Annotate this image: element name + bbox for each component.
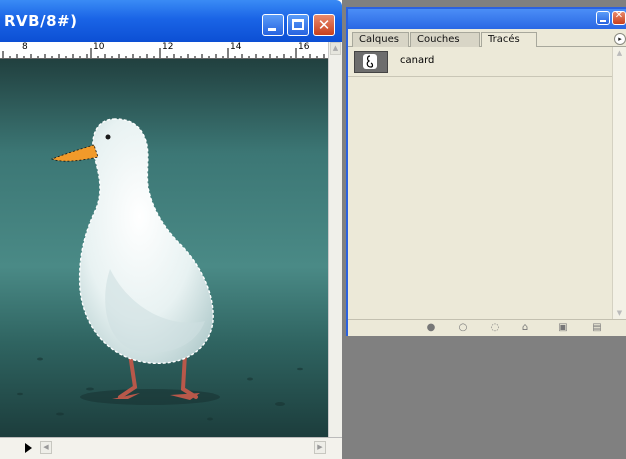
new-path-icon[interactable]: ▣ [556,322,570,334]
tab-calques[interactable]: Calques [352,32,409,47]
path-thumbnail-icon [354,51,388,73]
minimize-button[interactable] [262,14,284,36]
scroll-left-icon[interactable]: ◀ [40,441,52,454]
document-titlebar[interactable]: RVB/8#) ✕ [0,0,342,42]
play-icon[interactable] [25,443,32,453]
panel-tabs: Calques Couches Tracés ▸ [348,29,626,48]
panel-titlebar[interactable]: ✕ [348,9,626,29]
paths-panel: ✕ Calques Couches Tracés ▸ canard ▲ ▼ ● … [346,7,626,336]
panel-menu-icon[interactable]: ▸ [614,33,626,45]
scroll-right-icon[interactable]: ▶ [314,441,326,454]
path-list-scrollbar[interactable]: ▲ ▼ [612,47,626,319]
scroll-up-icon[interactable]: ▲ [614,47,625,59]
duck-photo [0,59,328,437]
close-icon: ✕ [614,10,624,21]
ruler-label: 16 [298,42,310,52]
minimize-icon [268,28,276,31]
fill-path-icon[interactable]: ● [424,322,438,334]
horizontal-scrollbar[interactable]: ◀ ▶ [0,437,342,459]
minimize-icon [600,20,606,22]
load-selection-icon[interactable]: ◌ [488,322,502,334]
tab-traces[interactable]: Tracés [481,32,537,48]
panel-close-button[interactable]: ✕ [612,10,626,25]
scroll-down-icon[interactable]: ▼ [614,307,625,319]
path-list: canard [348,47,612,319]
document-title: RVB/8#) [4,12,78,30]
horizontal-ruler[interactable]: 8 10 12 14 16 [0,42,328,59]
list-item[interactable]: canard [348,49,612,77]
ruler-label: 8 [22,42,28,52]
ruler-label: 14 [230,42,242,52]
maximize-icon [292,19,304,30]
document-window: RVB/8#) ✕ 8 10 12 14 16 ▲ ◀ ▶ [0,0,342,459]
vertical-scrollbar[interactable]: ▲ ▼ [328,42,342,459]
maximize-button[interactable] [287,14,309,36]
close-icon: ✕ [317,16,331,34]
path-name: canard [400,55,435,66]
image-canvas[interactable] [0,59,328,437]
panel-footer: ● ○ ◌ ⌂ ▣ ▤ [348,319,626,336]
make-work-path-icon[interactable]: ⌂ [518,322,532,334]
tab-couches[interactable]: Couches [410,32,480,47]
stroke-path-icon[interactable]: ○ [456,322,470,334]
scroll-up-icon[interactable]: ▲ [330,42,341,55]
delete-path-icon[interactable]: ▤ [590,322,604,334]
ruler-label: 12 [162,42,174,52]
panel-minimize-button[interactable] [596,11,610,25]
close-button[interactable]: ✕ [313,14,335,36]
ruler-label: 10 [93,42,105,52]
